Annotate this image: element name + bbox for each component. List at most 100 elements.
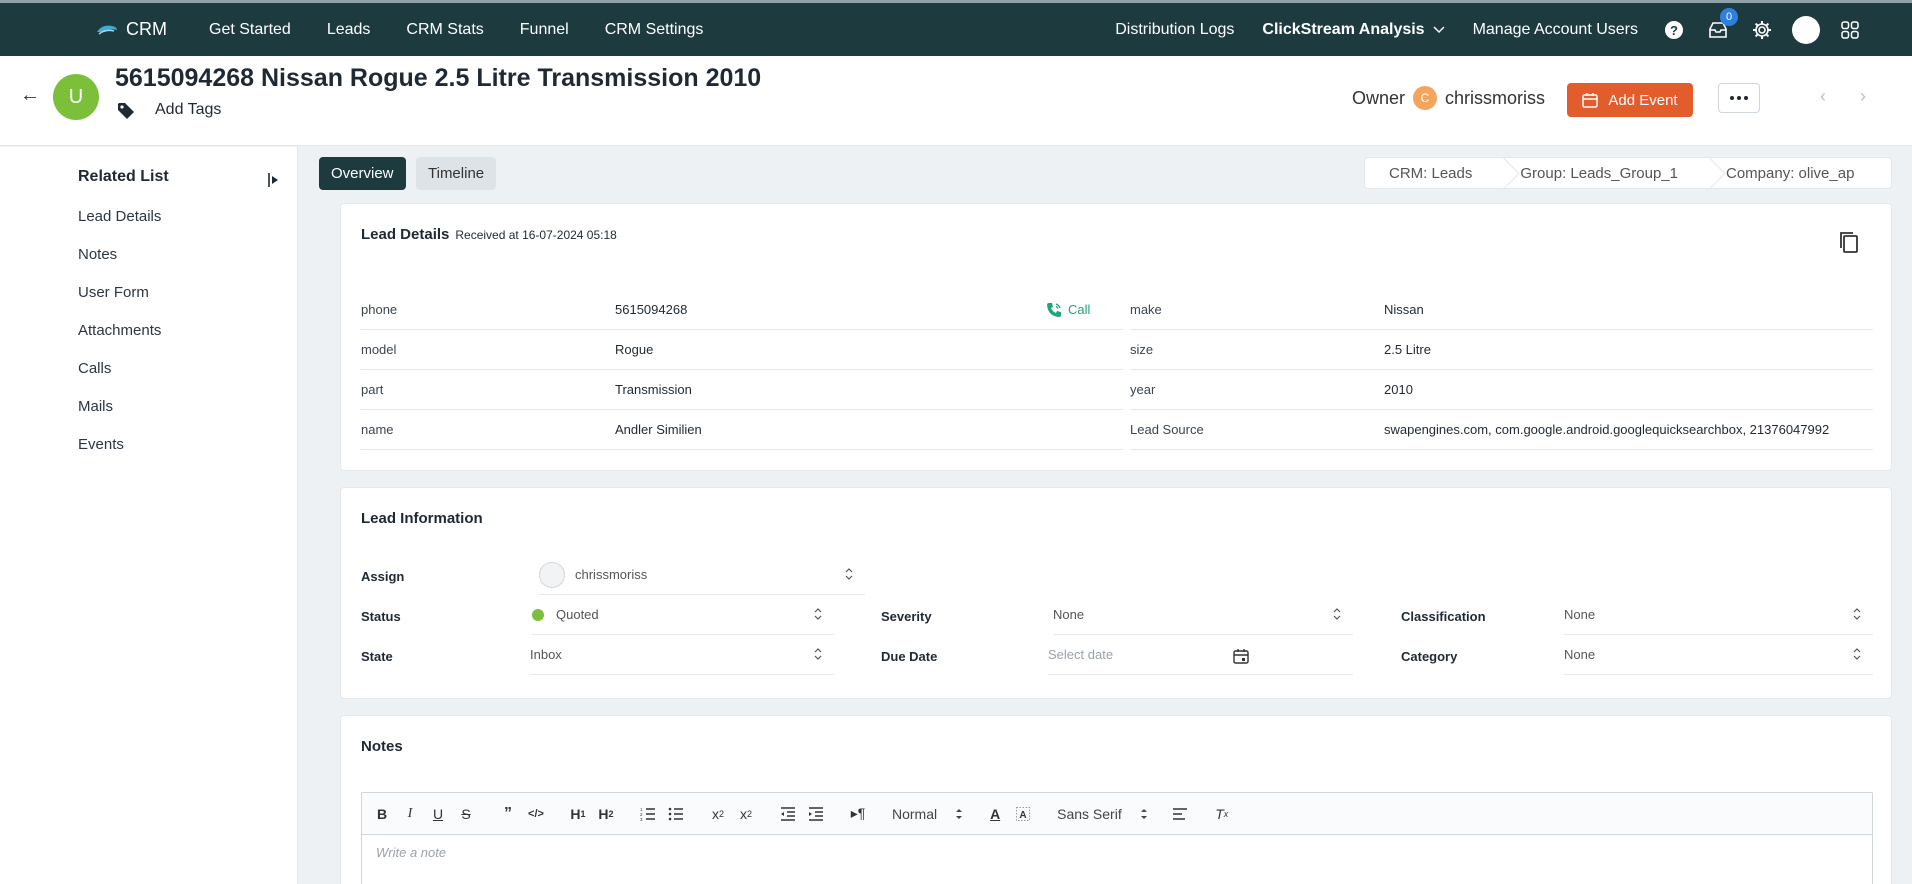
due-date-placeholder: Select date bbox=[1048, 647, 1114, 662]
severity-select[interactable]: None bbox=[1053, 595, 1353, 635]
more-options-button[interactable] bbox=[1718, 83, 1760, 113]
brand[interactable]: CRM bbox=[96, 19, 167, 40]
ordered-list-icon[interactable]: 123 bbox=[640, 802, 656, 826]
lead-details-title: Lead Details Received at 16-07-2024 05:18 bbox=[361, 226, 617, 243]
lead-header: ← U 5615094268 Nissan Rogue 2.5 Litre Tr… bbox=[0, 56, 1912, 146]
detail-value-name: Andler Similien bbox=[615, 422, 702, 437]
help-icon[interactable]: ? bbox=[1662, 18, 1686, 42]
svg-text:A: A bbox=[1020, 810, 1027, 821]
nav-clickstream-label: ClickStream Analysis bbox=[1262, 20, 1425, 38]
owner-name[interactable]: chrissmoriss bbox=[1445, 88, 1545, 109]
assign-select[interactable]: chrissmoriss bbox=[539, 555, 865, 595]
font-size-select[interactable]: Normal bbox=[892, 806, 963, 822]
lead-avatar: U bbox=[53, 74, 99, 120]
breadcrumb-group[interactable]: Group: Leads_Group_1 bbox=[1496, 158, 1702, 188]
add-event-label: Add Event bbox=[1608, 91, 1678, 109]
assign-label: Assign bbox=[361, 569, 405, 584]
sidebar-item-user-form[interactable]: User Form bbox=[78, 284, 149, 301]
notes-editor: B I U S ” </> H1 H2 123 x2 x2 ▸¶ Normal … bbox=[361, 792, 1873, 884]
next-lead-icon[interactable]: › bbox=[1860, 86, 1866, 107]
sidebar-item-calls[interactable]: Calls bbox=[78, 360, 111, 377]
strikethrough-icon[interactable]: S bbox=[458, 802, 474, 826]
add-event-button[interactable]: Add Event bbox=[1567, 83, 1693, 117]
crm-logo-icon bbox=[97, 25, 117, 35]
clear-format-icon[interactable]: Tx bbox=[1214, 802, 1230, 826]
add-tags-link[interactable]: Add Tags bbox=[155, 101, 221, 119]
bold-icon[interactable]: B bbox=[374, 802, 390, 826]
copy-icon[interactable] bbox=[1839, 231, 1859, 253]
category-value: None bbox=[1564, 647, 1596, 662]
sidebar-item-events[interactable]: Events bbox=[78, 436, 124, 453]
detail-label: size bbox=[1130, 342, 1154, 357]
superscript-icon[interactable]: x2 bbox=[738, 802, 754, 826]
nav-leads[interactable]: Leads bbox=[309, 21, 389, 39]
detail-label: make bbox=[1130, 302, 1162, 317]
heading-1-icon[interactable]: H1 bbox=[570, 802, 586, 826]
background-color-icon[interactable]: A bbox=[1015, 802, 1031, 826]
status-select[interactable]: Quoted bbox=[532, 595, 834, 635]
sidebar-item-notes[interactable]: Notes bbox=[78, 246, 117, 263]
back-arrow-icon[interactable]: ← bbox=[20, 84, 40, 107]
inbox-icon[interactable]: 0 bbox=[1706, 7, 1738, 42]
classification-label: Classification bbox=[1401, 609, 1486, 624]
note-input[interactable]: Write a note bbox=[362, 835, 1872, 870]
apps-grid-icon[interactable] bbox=[1838, 18, 1862, 42]
svg-text:?: ? bbox=[1670, 23, 1678, 38]
user-avatar[interactable] bbox=[1792, 15, 1820, 44]
subscript-icon[interactable]: x2 bbox=[710, 802, 726, 826]
nav-clickstream-dropdown[interactable]: ClickStream Analysis bbox=[1248, 21, 1458, 39]
text-color-icon[interactable]: A bbox=[987, 802, 1003, 826]
blockquote-icon[interactable]: ” bbox=[500, 802, 516, 826]
previous-lead-icon[interactable]: ‹ bbox=[1820, 86, 1826, 107]
nav-get-started[interactable]: Get Started bbox=[191, 21, 309, 39]
related-list-sidebar: Related List Lead Details Notes User For… bbox=[0, 147, 298, 884]
nav-crm-stats[interactable]: CRM Stats bbox=[388, 21, 501, 39]
call-label: Call bbox=[1068, 302, 1091, 317]
ellipsis-icon bbox=[1730, 96, 1748, 100]
sidebar-item-mails[interactable]: Mails bbox=[78, 398, 113, 415]
call-button[interactable]: Call bbox=[1046, 302, 1090, 318]
state-select[interactable]: Inbox bbox=[530, 635, 834, 675]
breadcrumb-company[interactable]: Company: olive_ap bbox=[1702, 158, 1878, 188]
detail-row-size: size 2.5 Litre bbox=[1130, 330, 1873, 370]
editor-toolbar: B I U S ” </> H1 H2 123 x2 x2 ▸¶ Normal … bbox=[362, 793, 1872, 835]
main-nav: Get Started Leads CRM Stats Funnel CRM S… bbox=[191, 21, 721, 39]
nav-funnel[interactable]: Funnel bbox=[502, 21, 587, 39]
outdent-icon[interactable] bbox=[780, 802, 796, 826]
nav-right: Distribution Logs ClickStream Analysis M… bbox=[1101, 3, 1912, 56]
classification-select[interactable]: None bbox=[1564, 595, 1873, 635]
bullet-list-icon[interactable] bbox=[668, 802, 684, 826]
code-block-icon[interactable]: </> bbox=[528, 802, 544, 826]
tab-timeline[interactable]: Timeline bbox=[416, 157, 497, 190]
lead-details-heading: Lead Details bbox=[361, 226, 450, 243]
nav-distribution-logs[interactable]: Distribution Logs bbox=[1101, 21, 1248, 39]
font-family-select[interactable]: Sans Serif bbox=[1057, 806, 1148, 822]
gear-icon[interactable] bbox=[1750, 18, 1774, 42]
assignee-avatar bbox=[539, 561, 565, 588]
indent-icon[interactable] bbox=[808, 802, 824, 826]
due-date-picker[interactable]: Select date bbox=[1048, 635, 1353, 675]
detail-row-make: make Nissan bbox=[1130, 290, 1873, 330]
due-date-label: Due Date bbox=[881, 649, 938, 664]
select-caret-icon bbox=[956, 808, 963, 819]
collapse-sidebar-icon[interactable] bbox=[268, 173, 280, 187]
detail-label: Lead Source bbox=[1130, 422, 1204, 437]
sidebar-item-attachments[interactable]: Attachments bbox=[78, 322, 161, 339]
detail-label: phone bbox=[361, 302, 398, 317]
tab-overview[interactable]: Overview bbox=[319, 157, 406, 190]
heading-2-icon[interactable]: H2 bbox=[598, 802, 614, 826]
detail-value-phone: 5615094268 bbox=[615, 302, 688, 317]
nav-manage-account-users[interactable]: Manage Account Users bbox=[1459, 21, 1652, 39]
italic-icon[interactable]: I bbox=[402, 802, 418, 826]
category-label: Category bbox=[1401, 649, 1458, 664]
sidebar-item-lead-details[interactable]: Lead Details bbox=[78, 208, 161, 225]
detail-row-part: part Transmission bbox=[361, 370, 1123, 410]
align-icon[interactable] bbox=[1172, 802, 1188, 826]
underline-icon[interactable]: U bbox=[430, 802, 446, 826]
nav-crm-settings[interactable]: CRM Settings bbox=[587, 21, 722, 39]
select-caret-icon bbox=[1333, 608, 1341, 620]
page-title: 5615094268 Nissan Rogue 2.5 Litre Transm… bbox=[115, 64, 762, 92]
text-direction-icon[interactable]: ▸¶ bbox=[850, 802, 866, 826]
category-select[interactable]: None bbox=[1564, 635, 1873, 675]
breadcrumb-crm-leads[interactable]: CRM: Leads bbox=[1365, 158, 1496, 188]
